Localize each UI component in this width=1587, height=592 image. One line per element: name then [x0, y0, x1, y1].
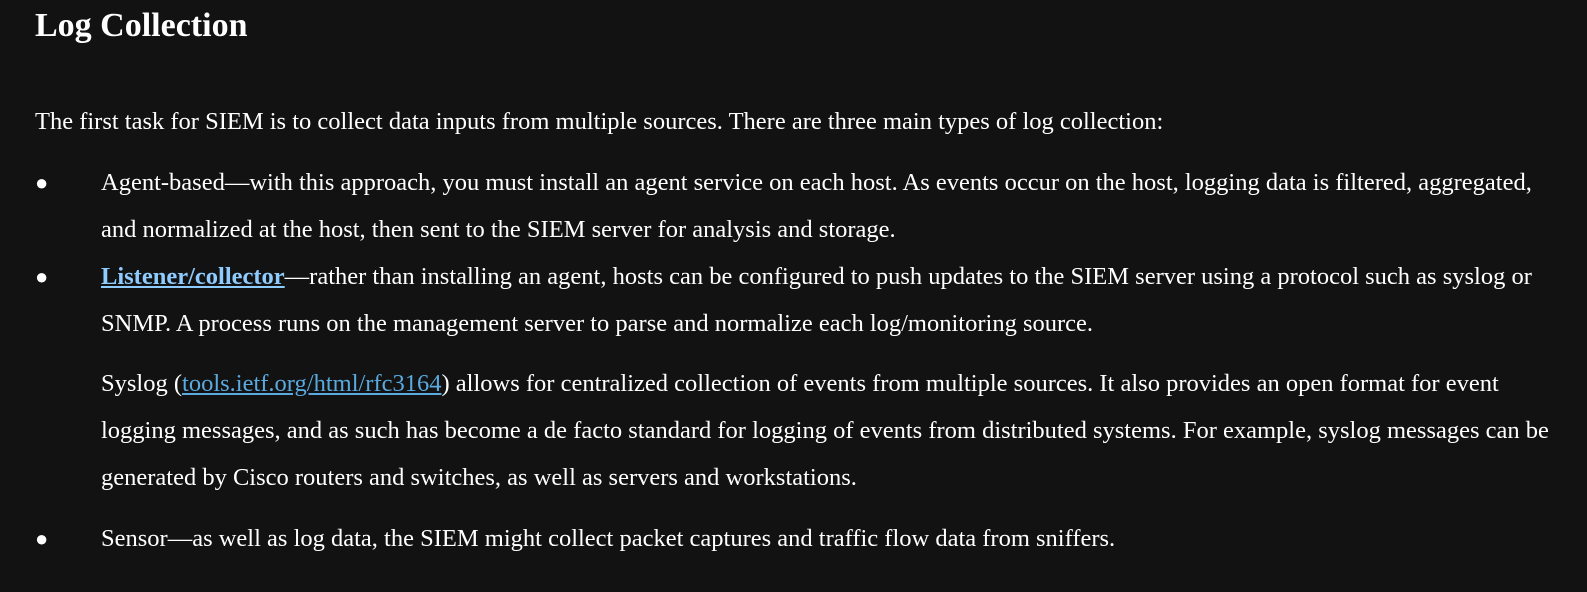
listener-collector-link[interactable]: Listener/collector [101, 263, 285, 290]
bullet-icon: ● [35, 170, 49, 195]
bullet-icon: ● [35, 264, 49, 289]
list-item-text: Sensor—as well as log data, the SIEM mig… [101, 525, 1116, 552]
rfc3164-link[interactable]: tools.ietf.org/html/rfc3164 [182, 370, 442, 397]
syslog-paragraph: Syslog (tools.ietf.org/html/rfc3164) all… [101, 360, 1563, 501]
list-item-listener-collector: ● Listener/collector—rather than install… [35, 253, 1565, 347]
bullet-icon: ● [35, 526, 49, 551]
intro-paragraph: The first task for SIEM is to collect da… [35, 108, 1164, 135]
list-item-agent-based: ● Agent-based—with this approach, you mu… [35, 159, 1565, 253]
list-item-text: —rather than installing an agent, hosts … [101, 263, 1532, 337]
syslog-text-before: Syslog ( [101, 370, 183, 397]
list-item-content: Listener/collector—rather than installin… [101, 253, 1561, 347]
page-title: Log Collection [35, 7, 248, 44]
list-item-text: Agent-based—with this approach, you must… [101, 169, 1532, 243]
list-item-sensor: ● Sensor—as well as log data, the SIEM m… [35, 515, 1565, 562]
